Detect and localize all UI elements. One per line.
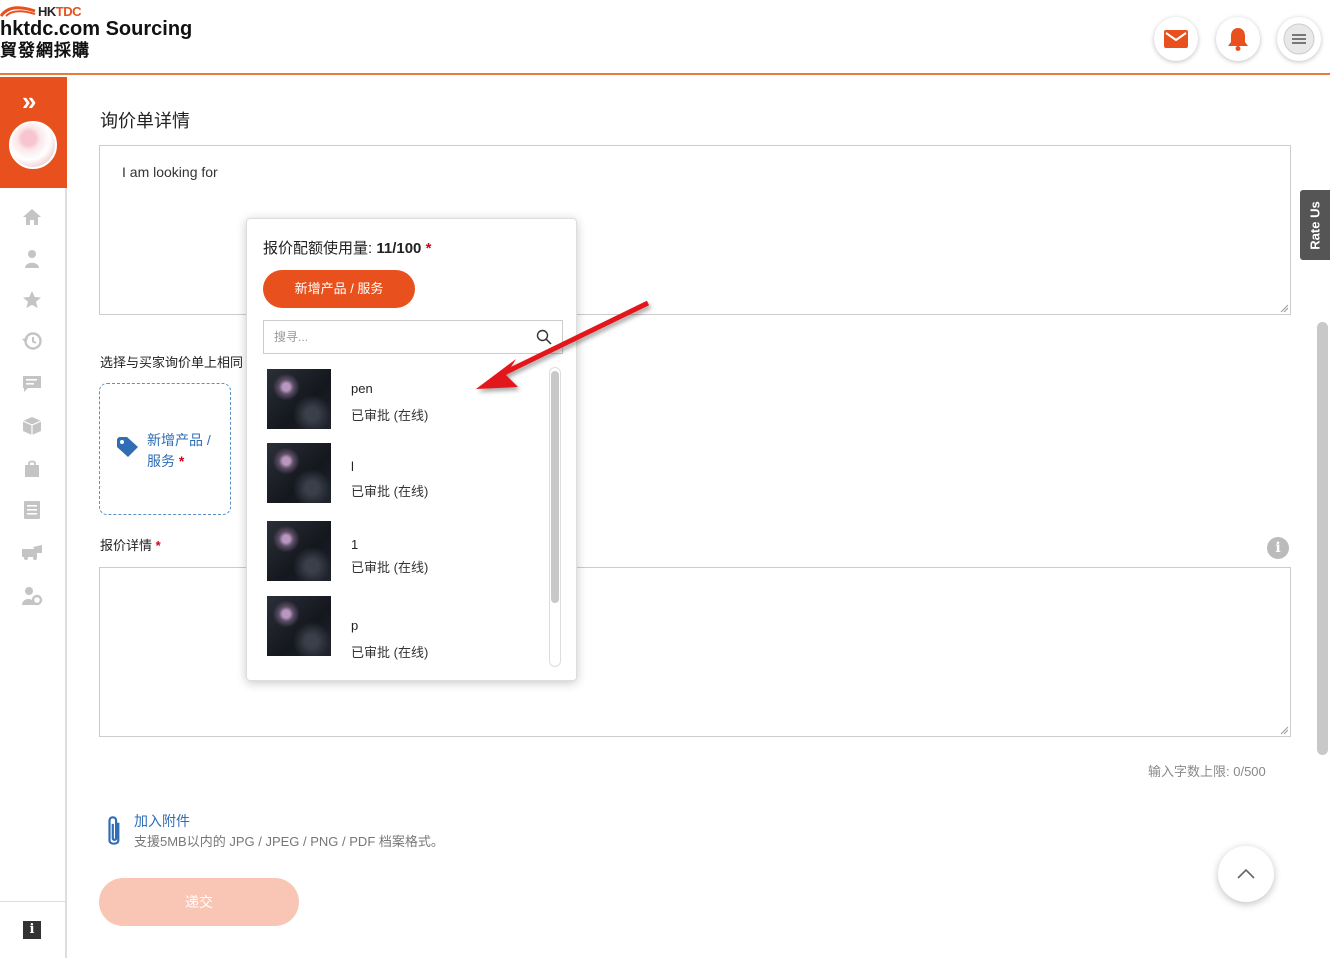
product-list: pen 已审批 (在线) l 已审批 (在线) 1 已审批 (在线) p 已审批… [247, 359, 577, 669]
list-item[interactable]: 1 已审批 (在线) [267, 521, 547, 585]
message-icon[interactable] [20, 372, 44, 396]
product-thumbnail [267, 521, 331, 581]
list-item[interactable]: l 已审批 (在线) [267, 443, 547, 507]
sidebar-top: » [0, 77, 67, 188]
product-status: 已审批 (在线) [351, 560, 429, 575]
star-icon[interactable] [20, 288, 44, 312]
brand-sub: 貿發網採購 [0, 41, 90, 60]
top-header: HKTDC hktdc.com Sourcing 貿發網採購 [0, 0, 1330, 75]
box-icon[interactable] [20, 414, 44, 438]
bell-icon [1228, 28, 1248, 51]
paperclip-icon[interactable] [104, 814, 124, 846]
brand-short: HKTDC [38, 3, 82, 19]
bag-icon[interactable] [20, 457, 44, 481]
notification-button[interactable] [1216, 17, 1260, 61]
add-product-box-label: 新增产品 / 服务 * [147, 432, 211, 469]
info-icon[interactable]: i [1267, 537, 1289, 559]
list-item[interactable]: p 已审批 (在线) [267, 596, 547, 660]
quote-details-label: 报价详情 * [100, 538, 161, 553]
product-name: 1 [351, 537, 359, 552]
resize-handle-icon[interactable] [1279, 725, 1289, 735]
scroll-to-top-button[interactable] [1218, 846, 1274, 902]
tag-icon [117, 437, 138, 457]
product-status: 已审批 (在线) [351, 484, 429, 499]
product-name: pen [351, 381, 373, 396]
product-status: 已审批 (在线) [351, 408, 429, 423]
product-list-scrollbar-thumb[interactable] [551, 371, 559, 603]
info-icon[interactable]: i [23, 921, 41, 939]
list-icon[interactable] [20, 498, 44, 522]
product-thumbnail [267, 596, 331, 656]
page-scrollbar-thumb[interactable] [1317, 322, 1328, 755]
add-product-button[interactable]: 新增产品 / 服务 [263, 270, 415, 308]
add-product-box[interactable]: 新增产品 / 服务 * [99, 383, 231, 515]
brand-main: hktdc.com Sourcing [0, 18, 193, 40]
expand-sidebar-icon[interactable]: » [22, 88, 36, 114]
char-limit: 输入字数上限: 0/500 [1148, 764, 1266, 779]
mail-icon [1164, 30, 1188, 48]
product-name: p [351, 618, 359, 633]
annotation-arrow-icon [476, 300, 650, 389]
resize-handle-icon[interactable] [1279, 303, 1289, 313]
product-thumbnail [267, 369, 331, 429]
page-title: 询价单详情 [100, 111, 190, 131]
sidebar: » i [0, 77, 67, 958]
hktdc-logo[interactable]: HKTDC hktdc.com Sourcing 貿發網採購 [0, 4, 192, 61]
attach-file-link[interactable]: 加入附件 [134, 811, 190, 831]
select-product-label: 选择与买家询价单上相同 [100, 355, 244, 370]
mail-button[interactable] [1154, 17, 1198, 61]
product-picker-popup: 报价配额使用量: 11/100 * 新增产品 / 服务 pen 已审批 (在线)… [246, 218, 577, 681]
user-icon[interactable] [20, 247, 44, 271]
menu-button[interactable] [1277, 17, 1321, 61]
hamburger-icon [1283, 23, 1315, 55]
history-icon[interactable] [20, 329, 44, 353]
required-mark: * [155, 538, 161, 553]
user-settings-icon[interactable] [20, 584, 44, 608]
product-status: 已审批 (在线) [351, 645, 429, 660]
chevron-up-icon [1237, 868, 1255, 879]
product-thumbnail [267, 443, 331, 503]
hktdc-swoosh-icon [0, 6, 36, 17]
quota-usage: 报价配额使用量: 11/100 * [263, 240, 432, 257]
submit-button[interactable]: 递交 [99, 878, 299, 926]
attach-hint: 支援5MB以内的 JPG / JPEG / PNG / PDF 档案格式。 [134, 834, 444, 849]
avatar[interactable] [9, 121, 57, 169]
vehicle-icon[interactable] [20, 540, 44, 564]
home-icon[interactable] [20, 205, 44, 229]
sidebar-info: i [0, 901, 67, 958]
product-name: l [351, 459, 354, 474]
